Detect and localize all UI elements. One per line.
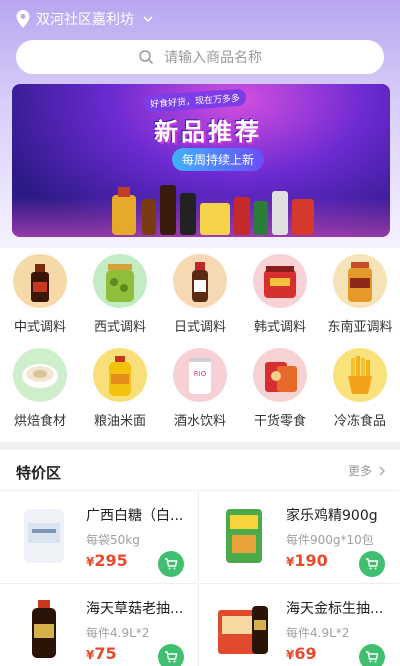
category-label: 烘焙食材 bbox=[13, 414, 66, 429]
chevron-down-icon bbox=[143, 16, 153, 23]
category-item[interactable]: 西式调料 bbox=[80, 254, 160, 344]
sugar-bag-image bbox=[24, 509, 64, 563]
banner-subtitle: 每周持续上新 bbox=[172, 148, 265, 171]
chili-paste-box-icon bbox=[253, 254, 307, 308]
product-card[interactable]: 海天草菇老抽... 每件4.9L*2 ¥75 bbox=[0, 583, 199, 666]
cart-icon bbox=[165, 558, 178, 570]
pickles-jar-icon bbox=[93, 254, 147, 308]
product-price: ¥190 bbox=[286, 551, 328, 570]
sauce-bottle-icon bbox=[173, 254, 227, 308]
cart-icon bbox=[366, 558, 379, 570]
location-pin-icon bbox=[16, 10, 30, 28]
chicken-powder-bag-image bbox=[226, 509, 262, 563]
add-to-cart-button[interactable] bbox=[359, 644, 385, 666]
product-name: 家乐鸡精900g bbox=[286, 508, 378, 524]
snack-bag-icon bbox=[253, 348, 307, 402]
category-item[interactable]: 日式调料 bbox=[160, 254, 240, 344]
category-item[interactable]: 东南亚调料 bbox=[320, 254, 400, 344]
product-spec: 每件4.9L*2 bbox=[86, 626, 150, 640]
banner-tag: 好食好货，现在万多多 bbox=[143, 88, 247, 113]
product-name: 海天金标生抽... bbox=[286, 601, 384, 617]
category-label: 韩式调料 bbox=[253, 320, 306, 335]
product-name: 广西白糖（白... bbox=[86, 508, 184, 524]
cart-icon bbox=[366, 651, 379, 663]
category-item[interactable]: 中式调料 bbox=[0, 254, 80, 344]
more-link[interactable]: 更多 bbox=[348, 462, 386, 479]
category-item[interactable]: 粮油米面 bbox=[80, 348, 160, 438]
cart-icon bbox=[165, 651, 178, 663]
soy-sauce-box-image bbox=[218, 606, 268, 654]
category-item[interactable]: 烘焙食材 bbox=[0, 348, 80, 438]
category-label: 中式调料 bbox=[13, 320, 66, 335]
fries-icon bbox=[333, 348, 387, 402]
product-card[interactable]: 海天金标生抽... 每件4.9L*2 ¥69 bbox=[200, 583, 399, 666]
category-label: 冷冻食品 bbox=[333, 414, 386, 429]
location-label: 双河社区嘉利坊 bbox=[36, 12, 134, 28]
drink-can-icon: RIO bbox=[173, 348, 227, 402]
category-label: 干货零食 bbox=[253, 414, 306, 429]
category-label: 西式调料 bbox=[93, 320, 146, 335]
search-icon bbox=[139, 50, 154, 65]
add-to-cart-button[interactable] bbox=[158, 551, 184, 577]
banner-title: 新品推荐 bbox=[154, 118, 262, 146]
product-price: ¥75 bbox=[86, 644, 117, 663]
product-spec: 每袋50kg bbox=[86, 533, 140, 547]
chevron-right-icon bbox=[379, 466, 385, 475]
category-label: 东南亚调料 bbox=[327, 320, 393, 335]
product-price: ¥69 bbox=[286, 644, 317, 663]
category-grid: 中式调料 西式调料 日式调料 韩式调料 东南亚调料 烘焙食材 粮油米面 RIO … bbox=[0, 248, 400, 442]
product-price: ¥295 bbox=[86, 551, 128, 570]
location-selector[interactable]: 双河社区嘉利坊 bbox=[16, 8, 154, 30]
svg-text:RIO: RIO bbox=[194, 370, 207, 378]
oil-bottle-icon bbox=[93, 348, 147, 402]
deals-title: 特价区 bbox=[16, 464, 62, 482]
category-label: 粮油米面 bbox=[93, 414, 146, 429]
product-name: 海天草菇老抽... bbox=[86, 601, 184, 617]
product-spec: 每件4.9L*2 bbox=[286, 626, 350, 640]
soy-sauce-bottle-image bbox=[32, 600, 56, 658]
product-card[interactable]: 广西白糖（白... 每袋50kg ¥295 bbox=[0, 490, 199, 583]
soy-sauce-bottle-icon bbox=[13, 254, 67, 308]
promo-banner[interactable]: 好食好货，现在万多多 新品推荐 每周持续上新 bbox=[12, 84, 390, 237]
deals-section: 特价区 更多 广西白糖（白... 每袋50kg ¥295 家乐鸡精900g 每件… bbox=[0, 450, 400, 666]
search-input[interactable]: 请输入商品名称 bbox=[16, 40, 384, 74]
add-to-cart-button[interactable] bbox=[158, 644, 184, 666]
category-label: 日式调料 bbox=[173, 320, 226, 335]
product-bottles-illustration bbox=[112, 185, 314, 235]
more-label: 更多 bbox=[347, 464, 372, 478]
product-spec: 每件900g*10包 bbox=[286, 533, 374, 547]
category-item[interactable]: 韩式调料 bbox=[240, 254, 320, 344]
product-card[interactable]: 家乐鸡精900g 每件900g*10包 ¥190 bbox=[200, 490, 399, 583]
search-placeholder: 请输入商品名称 bbox=[164, 50, 262, 66]
category-item[interactable]: RIO 酒水饮料 bbox=[160, 348, 240, 438]
flour-bowl-icon bbox=[13, 348, 67, 402]
add-to-cart-button[interactable] bbox=[359, 551, 385, 577]
category-item[interactable]: 干货零食 bbox=[240, 348, 320, 438]
section-divider bbox=[0, 442, 400, 450]
category-item[interactable]: 冷冻食品 bbox=[320, 348, 400, 438]
category-label: 酒水饮料 bbox=[173, 414, 226, 429]
jar-icon bbox=[333, 254, 387, 308]
